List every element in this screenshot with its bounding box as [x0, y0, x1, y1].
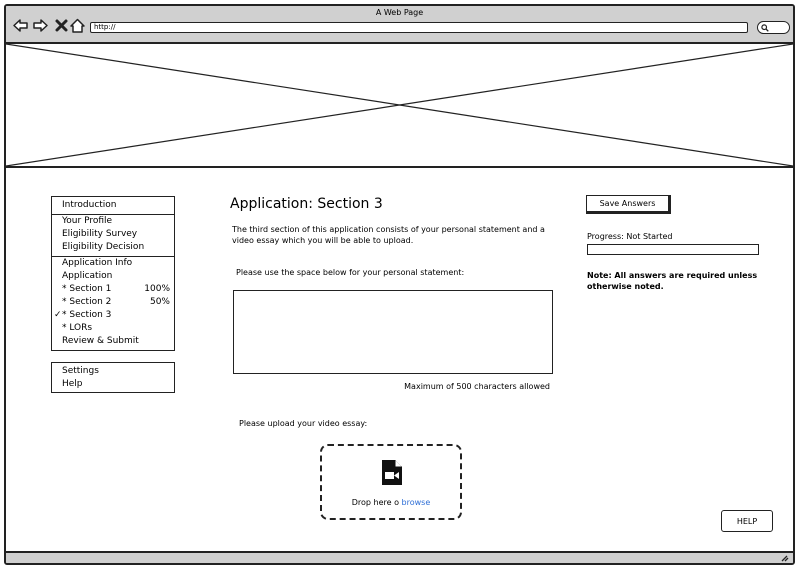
checkmark-icon: ✓	[54, 310, 62, 320]
sidebar-item-application[interactable]: Application	[62, 270, 170, 282]
sidebar-item-label: Eligibility Decision	[62, 242, 145, 252]
window-title: A Web Page	[375, 8, 424, 17]
page-title: Application: Section 3	[230, 196, 383, 212]
section-progress-percent: 50%	[149, 297, 170, 307]
video-upload-dropzone[interactable]: Drop here o browse	[320, 444, 462, 520]
sidebar-item-section-2[interactable]: * Section 2 50%	[62, 296, 170, 308]
resize-grip-icon[interactable]	[779, 554, 789, 562]
save-answers-button[interactable]: Save Answers	[586, 195, 671, 214]
search-icon	[761, 23, 769, 32]
sidebar-item-label: * LORs	[62, 323, 93, 333]
required-answers-note: Note: All answers are required unless ot…	[587, 271, 758, 291]
url-bar[interactable]: http://	[90, 22, 748, 33]
application-sidebar-nav: Introduction Your Profile Eligibility Su…	[51, 196, 175, 351]
image-placeholder-icon	[6, 44, 793, 166]
drop-instructions: Drop here o browse	[322, 498, 460, 507]
sidebar-item-eligibility-decision[interactable]: Eligibility Decision	[62, 241, 170, 253]
video-essay-label: Please upload your video essay:	[239, 419, 368, 428]
sidebar-item-settings[interactable]: Settings	[62, 365, 170, 377]
sidebar-item-label: Help	[62, 379, 83, 389]
sidebar-item-eligibility-survey[interactable]: Eligibility Survey	[62, 228, 170, 240]
close-x-icon[interactable]	[53, 17, 70, 34]
section-intro-text: The third section of this application co…	[232, 225, 545, 245]
drop-here-text: Drop here o	[351, 498, 399, 507]
secondary-nav: Settings Help	[51, 362, 175, 393]
sidebar-item-label: Your Profile	[62, 216, 113, 226]
sidebar-item-label: * Section 1	[62, 284, 112, 294]
sidebar-item-section-3[interactable]: ✓ * Section 3	[54, 309, 170, 321]
sidebar-item-label: * Section 3	[62, 310, 112, 320]
home-icon[interactable]	[69, 17, 86, 34]
personal-statement-label: Please use the space below for your pers…	[236, 268, 465, 277]
sidebar-item-application-info[interactable]: Application Info	[62, 257, 170, 269]
sidebar-item-lors[interactable]: * LORs	[62, 322, 170, 334]
sidebar-item-label: Settings	[62, 366, 99, 376]
sidebar-item-section-1[interactable]: * Section 1 100%	[62, 283, 170, 295]
progress-label: Progress: Not Started	[587, 232, 673, 241]
sidebar-item-review-submit[interactable]: Review & Submit	[62, 335, 170, 347]
browse-link[interactable]: browse	[402, 498, 431, 507]
sidebar-item-label: * Section 2	[62, 297, 112, 307]
progress-bar	[587, 244, 759, 255]
sidebar-item-introduction[interactable]: Introduction	[62, 199, 170, 211]
sidebar-item-label: Application	[62, 271, 113, 281]
browser-search-field[interactable]	[757, 21, 790, 34]
hero-image-placeholder	[6, 44, 793, 168]
personal-statement-textarea[interactable]	[233, 290, 553, 374]
browser-titlebar: A Web Page http://	[6, 6, 793, 44]
sidebar-item-label: Review & Submit	[62, 336, 139, 346]
forward-arrow-icon[interactable]	[32, 17, 49, 34]
character-limit-hint: Maximum of 500 characters allowed	[404, 382, 550, 391]
sidebar-item-label: Eligibility Survey	[62, 229, 138, 239]
sidebar-item-help[interactable]: Help	[62, 378, 170, 390]
browser-status-bar	[6, 551, 793, 563]
back-arrow-icon[interactable]	[12, 17, 29, 34]
sidebar-item-label: Introduction	[62, 200, 117, 210]
help-button[interactable]: HELP	[721, 510, 773, 532]
video-file-icon	[382, 460, 402, 485]
sidebar-item-label: Application Info	[62, 258, 133, 268]
section-progress-percent: 100%	[144, 284, 170, 294]
sidebar-item-your-profile[interactable]: Your Profile	[62, 215, 170, 227]
